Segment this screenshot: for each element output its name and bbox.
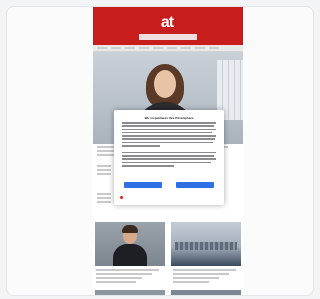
menu-item[interactable] (209, 47, 219, 49)
provider-logo-icon (120, 196, 123, 199)
cookie-consent-dialog: Wir respektieren Ihre Privatsphäre (114, 110, 224, 205)
accept-all-button[interactable] (124, 182, 162, 188)
thumbnail-skyline (175, 242, 237, 250)
menu-item[interactable] (167, 47, 177, 49)
article-thumbnail[interactable] (95, 290, 165, 295)
mobile-page-preview: at Wir respektieren Ihre Privatsphäre (93, 7, 243, 295)
menu-item[interactable] (195, 47, 205, 49)
hero-person-face (154, 70, 176, 98)
menu-bar (93, 45, 243, 52)
thumbnail-person-hair (122, 225, 138, 233)
header-tagline (139, 34, 197, 40)
menu-item[interactable] (181, 47, 191, 49)
site-logo[interactable]: at (155, 14, 179, 31)
article-snippet (97, 193, 111, 205)
menu-item[interactable] (139, 47, 149, 49)
thumbnail-caption[interactable] (173, 269, 239, 285)
article-thumbnail[interactable] (171, 290, 241, 295)
menu-item[interactable] (111, 47, 121, 49)
article-thumbnail-harbor[interactable] (171, 222, 241, 266)
article-thumbnail-person[interactable] (95, 222, 165, 266)
menu-item[interactable] (153, 47, 163, 49)
cookie-settings-button[interactable] (176, 182, 214, 188)
cookie-dialog-body (122, 122, 216, 168)
site-header: at (93, 7, 243, 45)
menu-item[interactable] (97, 47, 107, 49)
cookie-dialog-title: Wir respektieren Ihre Privatsphäre (144, 116, 194, 120)
thumbnail-person-body (113, 244, 147, 266)
thumbnail-caption[interactable] (96, 269, 162, 285)
menu-item[interactable] (125, 47, 135, 49)
article-snippet (97, 165, 111, 177)
preview-card: at Wir respektieren Ihre Privatsphäre (6, 6, 314, 296)
cookie-dialog-footer (120, 196, 218, 199)
